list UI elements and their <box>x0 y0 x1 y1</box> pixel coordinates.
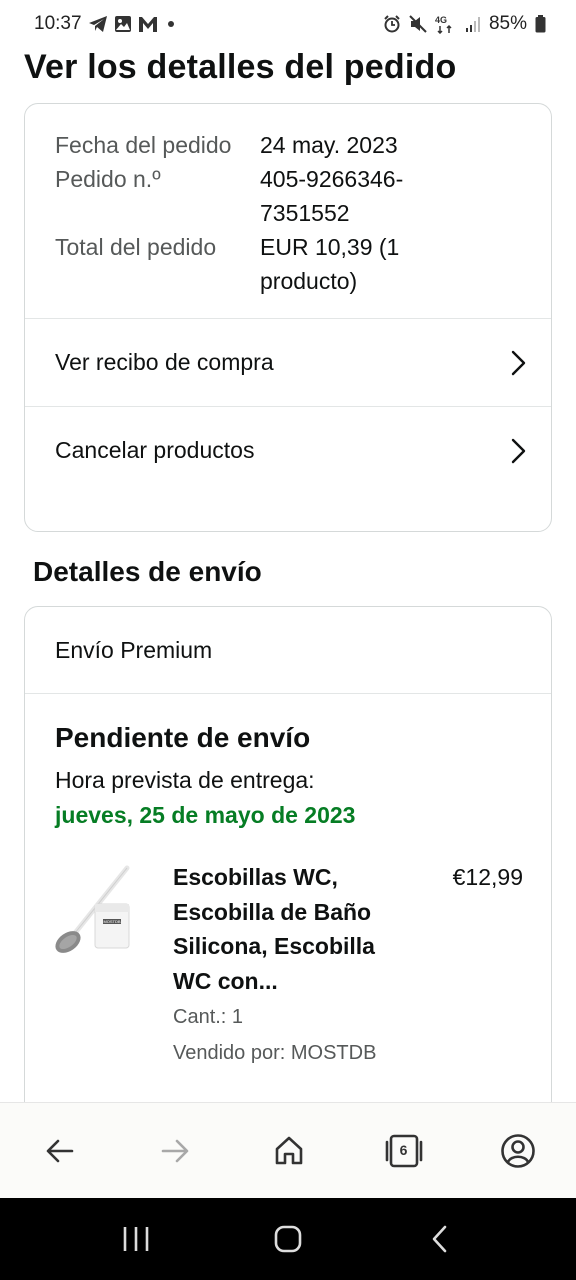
order-summary-card: Fecha del pedido 24 may. 2023 Pedido n.º… <box>24 103 552 532</box>
chevron-right-icon <box>511 438 526 463</box>
eta-label: Hora prevista de entrega: <box>55 767 315 793</box>
order-total-row: Total del pedido EUR 10,39 (1 producto) <box>55 230 521 298</box>
page-title: Ver los detalles del pedido <box>24 48 457 86</box>
system-back-button[interactable] <box>420 1219 460 1259</box>
home-circle-icon <box>274 1225 302 1253</box>
order-number-label: Pedido n.º <box>55 166 161 192</box>
recents-button[interactable] <box>116 1219 156 1259</box>
product-logo-text: MOSTDB <box>103 919 120 924</box>
order-date-label: Fecha del pedido <box>55 132 232 158</box>
forward-arrow-icon <box>161 1139 188 1162</box>
order-date-value: 24 may. 2023 <box>260 132 398 158</box>
account-icon <box>501 1133 535 1168</box>
forward-button[interactable] <box>155 1131 195 1171</box>
shipping-card: Envío Premium Pendiente de envío Hora pr… <box>24 606 552 1102</box>
home-icon <box>275 1136 303 1164</box>
product-info: Escobillas WC, Escobilla de Baño Silicon… <box>173 860 413 1070</box>
view-receipt-link[interactable]: Ver recibo de compra <box>25 319 551 406</box>
system-nav-bar <box>0 1198 576 1280</box>
order-total-value: EUR 10,39 (1 producto) <box>260 234 400 294</box>
tabs-button[interactable]: 6 <box>384 1131 424 1171</box>
mute-icon <box>409 15 427 33</box>
shipping-type: Envío Premium <box>55 636 213 663</box>
back-button[interactable] <box>40 1131 80 1171</box>
status-time: 10:37 <box>34 13 82 34</box>
status-bar: 10:37 4G 85% <box>0 0 576 48</box>
tab-count: 6 <box>399 1141 408 1158</box>
telegram-icon <box>88 15 108 33</box>
shipping-section-title: Detalles de envío <box>33 556 262 587</box>
chevron-right-icon <box>511 350 526 375</box>
product-price: €12,99 <box>452 864 523 890</box>
network-label: 4G <box>435 15 447 25</box>
shipment-status: Pendiente de envío <box>55 722 311 753</box>
battery-icon <box>535 15 546 33</box>
product-seller: Vendido por: MOSTDB <box>173 1042 377 1064</box>
product-name[interactable]: Escobillas WC, Escobilla de Baño Silicon… <box>173 860 413 998</box>
account-button[interactable] <box>498 1131 538 1171</box>
status-left: 10:37 <box>34 13 178 35</box>
shipment-status-block: Pendiente de envío Hora prevista de entr… <box>25 694 551 1070</box>
status-right: 4G 85% <box>383 13 546 35</box>
product-item[interactable]: MOSTDB Escobillas WC, Escobilla de Baño … <box>55 860 523 1070</box>
order-date-row: Fecha del pedido 24 may. 2023 <box>55 128 521 162</box>
dot-icon <box>164 15 178 33</box>
order-number-value: 405-9266346-7351552 <box>260 166 404 226</box>
order-details-content[interactable]: Ver los detalles del pedido Fecha del pe… <box>0 48 576 1102</box>
view-receipt-label: Ver recibo de compra <box>55 349 274 375</box>
back-arrow-icon <box>46 1139 74 1162</box>
browser-toolbar: 6 <box>0 1102 576 1198</box>
order-total-label: Total del pedido <box>55 234 217 260</box>
signal-bars-icon <box>465 15 481 33</box>
cancel-products-label: Cancelar productos <box>55 437 255 463</box>
alarm-icon <box>383 15 401 33</box>
gallery-icon <box>114 15 132 33</box>
product-image[interactable]: MOSTDB <box>51 860 143 970</box>
battery-percent: 85% <box>488 13 527 34</box>
order-info-grid: Fecha del pedido 24 may. 2023 Pedido n.º… <box>25 104 551 318</box>
home-button[interactable] <box>269 1131 309 1171</box>
cancel-products-link[interactable]: Cancelar productos <box>25 407 551 494</box>
4g-signal-icon: 4G <box>435 14 457 34</box>
recents-icon <box>123 1227 149 1251</box>
product-quantity: Cant.: 1 <box>173 1006 244 1028</box>
system-home-button[interactable] <box>268 1219 308 1259</box>
order-number-row: Pedido n.º 405-9266346-7351552 <box>55 162 521 230</box>
eta-date: jueves, 25 de mayo de 2023 <box>55 802 356 828</box>
back-chevron-icon <box>432 1225 447 1253</box>
gmail-icon <box>138 15 158 33</box>
